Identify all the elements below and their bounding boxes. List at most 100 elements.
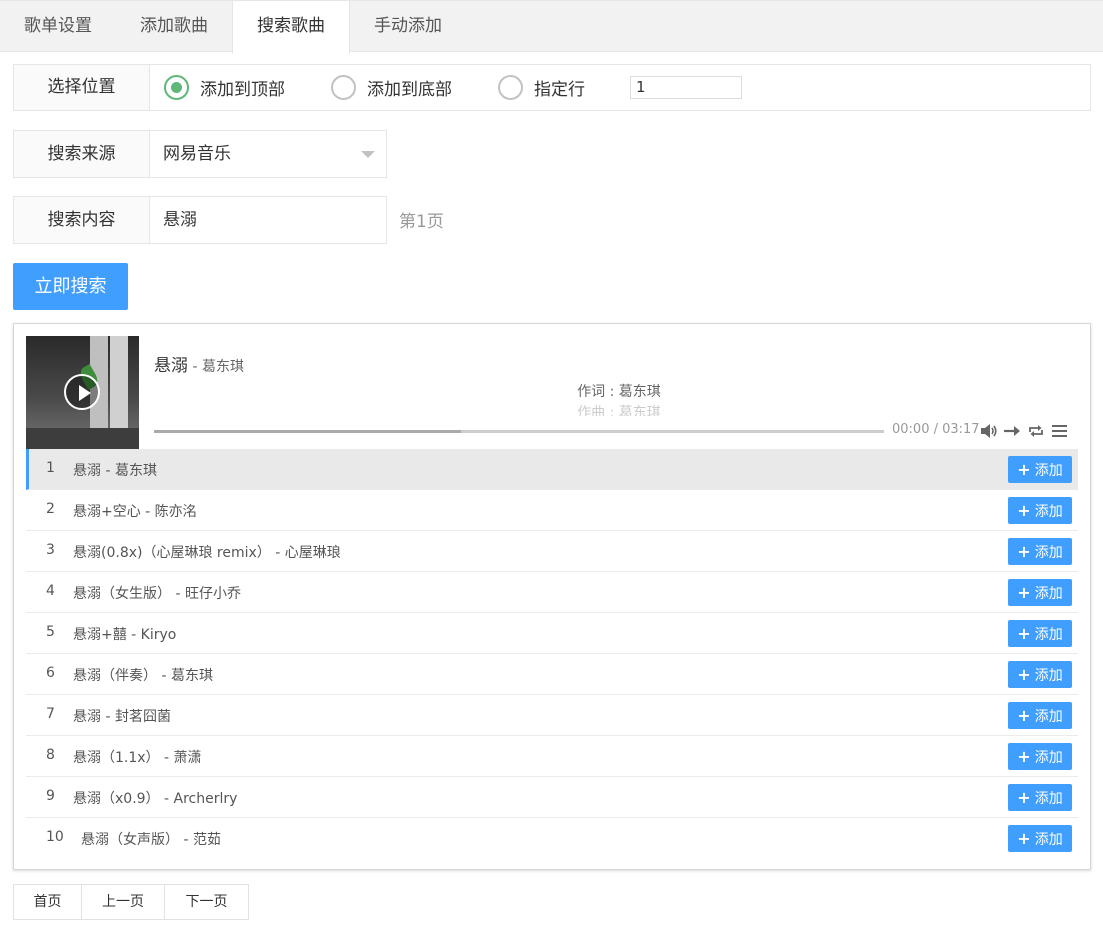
item-number: 7 bbox=[46, 706, 55, 722]
add-button[interactable]: + 添加 bbox=[1008, 538, 1072, 565]
item-title: 悬溺(0.8x)（心屋琳琅 remix） - 心屋琳琅 bbox=[73, 545, 341, 561]
cover-floor bbox=[26, 428, 139, 449]
item-title: 悬溺（x0.9） - Archerlry bbox=[73, 791, 238, 807]
add-button-label: 添加 bbox=[1034, 627, 1063, 643]
loop-icon[interactable] bbox=[1028, 423, 1044, 439]
query-label: 搜索内容 bbox=[14, 197, 150, 243]
tab-bar: 歌单设置 添加歌曲 搜索歌曲 手动添加 bbox=[0, 0, 1103, 54]
plus-icon: + bbox=[1017, 665, 1031, 684]
item-title: 悬溺 - 封茗囧菌 bbox=[73, 709, 171, 725]
list-item[interactable]: 2 悬溺+空心 - 陈亦洺 + 添加 bbox=[26, 490, 1078, 531]
plus-icon: + bbox=[1017, 501, 1031, 520]
lyric-next: 作曲 : 葛东琪 bbox=[577, 405, 661, 416]
item-title: 悬溺 - 葛东琪 bbox=[73, 463, 157, 479]
list-item[interactable]: 5 悬溺+囍 - Kiryo + 添加 bbox=[26, 613, 1078, 654]
search-input[interactable]: 悬溺 bbox=[150, 197, 387, 243]
item-title: 悬溺+囍 - Kiryo bbox=[73, 627, 177, 643]
play-icon[interactable] bbox=[64, 374, 100, 410]
dropdown-arrow-icon bbox=[361, 151, 375, 158]
add-button-label: 添加 bbox=[1034, 586, 1063, 602]
radio-add-to-bottom[interactable]: 添加到底部 bbox=[331, 65, 452, 109]
radio-specified-line[interactable]: 指定行 bbox=[498, 65, 585, 109]
add-button-label: 添加 bbox=[1034, 750, 1063, 766]
add-button-label: 添加 bbox=[1034, 832, 1063, 848]
add-button[interactable]: + 添加 bbox=[1008, 497, 1072, 524]
item-title: 悬溺（伴奏） - 葛东琪 bbox=[73, 668, 213, 684]
list-item[interactable]: 8 悬溺（1.1x） - 萧潇 + 添加 bbox=[26, 736, 1078, 777]
plus-icon: + bbox=[1017, 624, 1031, 643]
tab-manual-add[interactable]: 手动添加 bbox=[350, 1, 466, 53]
add-button-label: 添加 bbox=[1034, 504, 1063, 520]
menu-icon[interactable] bbox=[1052, 424, 1067, 438]
add-button[interactable]: + 添加 bbox=[1008, 620, 1072, 647]
item-title: 悬溺（女声版） - 范茹 bbox=[81, 832, 221, 848]
list-item[interactable]: 6 悬溺（伴奏） - 葛东琪 + 添加 bbox=[26, 654, 1078, 695]
item-number: 9 bbox=[46, 788, 55, 804]
now-playing-artist: - 葛东琪 bbox=[188, 359, 244, 375]
plus-icon: + bbox=[1017, 706, 1031, 725]
tab-add-song[interactable]: 添加歌曲 bbox=[116, 1, 232, 53]
add-button-label: 添加 bbox=[1034, 791, 1063, 807]
add-button[interactable]: + 添加 bbox=[1008, 784, 1072, 811]
list-item[interactable]: 10 悬溺（女声版） - 范茹 + 添加 bbox=[26, 818, 1078, 859]
progress-bar[interactable] bbox=[154, 430, 884, 433]
add-button[interactable]: + 添加 bbox=[1008, 702, 1072, 729]
list-item[interactable]: 7 悬溺 - 封茗囧菌 + 添加 bbox=[26, 695, 1078, 736]
query-row: 搜索内容 悬溺 bbox=[13, 196, 387, 244]
now-playing-song: 悬溺 bbox=[154, 356, 188, 376]
add-button[interactable]: + 添加 bbox=[1008, 579, 1072, 606]
list-item[interactable]: 3 悬溺(0.8x)（心屋琳琅 remix） - 心屋琳琅 + 添加 bbox=[26, 531, 1078, 572]
time-display: 00:00 / 03:17 bbox=[892, 422, 980, 437]
search-results-list: 1 悬溺 - 葛东琪 + 添加 2 悬溺+空心 - 陈亦洺 + 添加 3 悬溺(0.… bbox=[26, 449, 1078, 859]
add-button[interactable]: + 添加 bbox=[1008, 743, 1072, 770]
add-button-label: 添加 bbox=[1034, 709, 1063, 725]
item-number: 10 bbox=[46, 829, 64, 845]
progress-loaded bbox=[154, 430, 461, 433]
tab-playlist-settings[interactable]: 歌单设置 bbox=[0, 1, 116, 53]
next-page-button[interactable]: 下一页 bbox=[165, 885, 248, 919]
add-button[interactable]: + 添加 bbox=[1008, 661, 1072, 688]
item-number: 5 bbox=[46, 624, 55, 640]
radio-add-to-top[interactable]: 添加到顶部 bbox=[164, 65, 285, 109]
add-button[interactable]: + 添加 bbox=[1008, 825, 1072, 852]
add-button[interactable]: + 添加 bbox=[1008, 456, 1072, 483]
item-number: 6 bbox=[46, 665, 55, 681]
plus-icon: + bbox=[1017, 460, 1031, 479]
item-number: 2 bbox=[46, 501, 55, 517]
radio-unchecked-icon bbox=[331, 74, 356, 100]
item-title: 悬溺（1.1x） - 萧潇 bbox=[73, 750, 202, 766]
cover-figure bbox=[110, 336, 128, 434]
plus-icon: + bbox=[1017, 829, 1031, 848]
first-page-button[interactable]: 首页 bbox=[14, 885, 82, 919]
tab-search-song[interactable]: 搜索歌曲 bbox=[232, 1, 350, 54]
volume-icon[interactable] bbox=[980, 423, 998, 439]
source-select-value: 网易音乐 bbox=[163, 144, 231, 164]
plus-icon: + bbox=[1017, 583, 1031, 602]
position-row: 选择位置 添加到顶部 添加到底部 指定行 1 bbox=[13, 64, 1091, 111]
album-cover bbox=[26, 336, 139, 449]
radio-specified-line-label: 指定行 bbox=[534, 79, 585, 100]
pagination: 首页 上一页 下一页 bbox=[13, 884, 249, 920]
music-player: 悬溺 - 葛东琪 作词 : 葛东琪 作曲 : 葛东琪 00:00 / 03:17… bbox=[13, 323, 1091, 870]
plus-icon: + bbox=[1017, 542, 1031, 561]
radio-checked-icon bbox=[164, 74, 189, 100]
radio-add-to-bottom-label: 添加到底部 bbox=[367, 79, 452, 100]
search-button[interactable]: 立即搜索 bbox=[13, 263, 128, 310]
order-icon[interactable] bbox=[1003, 423, 1021, 439]
source-select[interactable]: 网易音乐 bbox=[150, 131, 387, 177]
lyric-current: 作词 : 葛东琪 bbox=[577, 384, 661, 400]
line-number-input[interactable]: 1 bbox=[630, 76, 742, 99]
position-label: 选择位置 bbox=[14, 65, 150, 110]
list-item[interactable]: 1 悬溺 - 葛东琪 + 添加 bbox=[26, 449, 1078, 490]
plus-icon: + bbox=[1017, 747, 1031, 766]
item-number: 8 bbox=[46, 747, 55, 763]
add-button-label: 添加 bbox=[1034, 668, 1063, 684]
list-item[interactable]: 9 悬溺（x0.9） - Archerlry + 添加 bbox=[26, 777, 1078, 818]
item-number: 3 bbox=[46, 542, 55, 558]
list-item[interactable]: 4 悬溺（女生版） - 旺仔小乔 + 添加 bbox=[26, 572, 1078, 613]
item-number: 1 bbox=[46, 460, 55, 476]
page-indicator: 第1页 bbox=[399, 212, 444, 232]
item-number: 4 bbox=[46, 583, 55, 599]
prev-page-button[interactable]: 上一页 bbox=[82, 885, 165, 919]
item-title: 悬溺（女生版） - 旺仔小乔 bbox=[73, 586, 241, 602]
